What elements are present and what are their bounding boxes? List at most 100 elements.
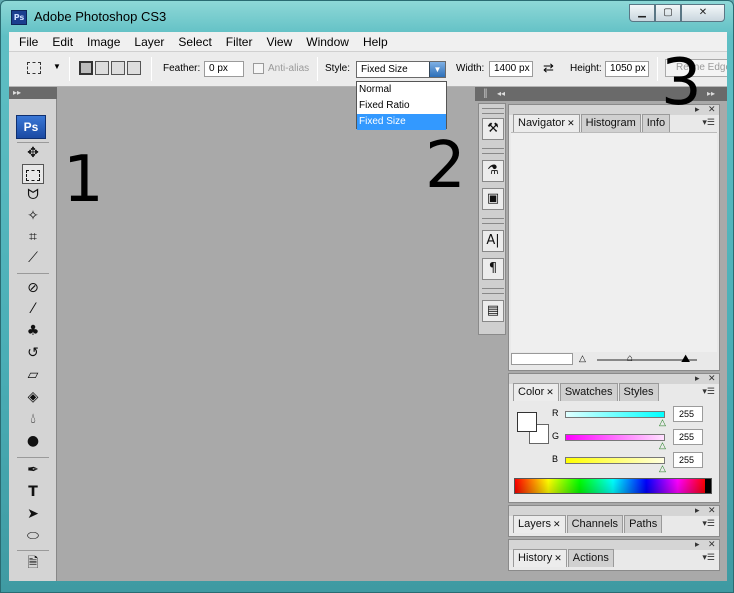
zoom-slider-handle[interactable]: ⌂: [627, 353, 633, 364]
healing-brush-icon[interactable]: ⊘: [22, 278, 44, 298]
tab-history[interactable]: History ✕: [513, 549, 567, 567]
collapse-icon[interactable]: ▸: [695, 373, 700, 384]
r-value-field[interactable]: 255: [673, 406, 703, 422]
tab-layers[interactable]: Layers ✕: [513, 515, 566, 533]
grip-icon[interactable]: [482, 288, 504, 294]
marquee-preset-icon[interactable]: [27, 62, 41, 74]
style-option-fixed-size[interactable]: Fixed Size: [357, 114, 446, 130]
path-selection-icon[interactable]: ➤: [22, 504, 44, 524]
preset-chevron-down-icon[interactable]: ▼: [53, 62, 61, 71]
close-icon[interactable]: ✕: [708, 104, 716, 115]
g-slider-handle[interactable]: △: [659, 440, 666, 451]
tab-paths[interactable]: Paths: [624, 515, 663, 533]
tab-channels[interactable]: Channels: [566, 515, 624, 533]
close-tab-icon[interactable]: ✕: [567, 118, 575, 128]
document-area[interactable]: [58, 87, 474, 581]
pen-tool-icon[interactable]: ✒: [22, 460, 44, 480]
brush-tool-icon[interactable]: ⁄: [22, 299, 44, 319]
intersect-selection-icon[interactable]: [127, 61, 141, 75]
zoom-in-icon[interactable]: ⛰: [681, 353, 690, 366]
tab-styles[interactable]: Styles: [618, 383, 659, 401]
history-brush-icon[interactable]: ↺: [22, 343, 44, 363]
move-tool-icon[interactable]: ✥: [22, 143, 44, 163]
panel-menu-icon[interactable]: ▾☰: [702, 518, 715, 529]
feather-field[interactable]: 0 px: [204, 61, 244, 77]
clone-stamp-icon[interactable]: ♣: [22, 321, 44, 341]
eyedropper-icon[interactable]: ⟋: [22, 248, 44, 268]
type-tool-icon[interactable]: T: [22, 482, 44, 502]
panel-menu-icon[interactable]: ▾☰: [702, 117, 715, 128]
menu-select[interactable]: Select: [171, 35, 218, 49]
dodge-tool-icon[interactable]: ●: [22, 431, 44, 451]
g-value-field[interactable]: 255: [673, 429, 703, 445]
title-bar[interactable]: Ps Adobe Photoshop CS3 ▁ ▢ ✕: [1, 1, 734, 33]
close-icon[interactable]: ✕: [708, 539, 716, 550]
photoshop-logo[interactable]: Ps: [16, 115, 46, 139]
tool-presets-icon[interactable]: ⚒: [482, 118, 504, 140]
grip-icon[interactable]: [482, 148, 504, 154]
clone-source-icon[interactable]: ▣: [482, 188, 504, 210]
toolbox-collapse-icon[interactable]: ▸▸: [9, 87, 57, 99]
collapse-icon[interactable]: ▸: [695, 505, 700, 516]
close-tab-icon[interactable]: ✕: [553, 519, 561, 529]
swap-dimensions-icon[interactable]: ⇄: [543, 60, 554, 76]
magic-wand-icon[interactable]: ✧: [22, 206, 44, 226]
panel-menu-icon[interactable]: ▾☰: [702, 552, 715, 563]
b-slider-handle[interactable]: △: [659, 463, 666, 474]
tab-navigator[interactable]: Navigator ✕: [513, 114, 580, 132]
height-field[interactable]: 1050 px: [605, 61, 649, 77]
panel-menu-icon[interactable]: ▾☰: [702, 386, 715, 397]
add-selection-icon[interactable]: [95, 61, 109, 75]
b-slider[interactable]: [565, 457, 665, 464]
maximize-icon[interactable]: ▢: [655, 4, 681, 22]
collapse-left-icon[interactable]: ◂◂: [497, 87, 505, 101]
menu-filter[interactable]: Filter: [219, 35, 260, 49]
antialias-checkbox[interactable]: [253, 63, 264, 74]
navigator-preview[interactable]: [511, 132, 717, 352]
menu-help[interactable]: Help: [356, 35, 395, 49]
menu-image[interactable]: Image: [80, 35, 127, 49]
subtract-selection-icon[interactable]: [111, 61, 125, 75]
blur-tool-icon[interactable]: 💧︎: [22, 409, 44, 429]
marquee-tool-icon[interactable]: [22, 164, 44, 184]
menu-edit[interactable]: Edit: [45, 35, 80, 49]
color-spectrum-ramp[interactable]: [514, 478, 712, 494]
lasso-tool-icon[interactable]: ᗢ: [22, 185, 44, 205]
expand-right-icon[interactable]: ▸▸: [707, 87, 715, 101]
character-icon[interactable]: A|: [482, 230, 504, 252]
dock-grip-icon[interactable]: ║: [483, 87, 488, 101]
b-value-field[interactable]: 255: [673, 452, 703, 468]
layer-comps-icon[interactable]: ▤: [482, 300, 504, 322]
tab-color[interactable]: Color ✕: [513, 383, 559, 401]
close-icon[interactable]: ✕: [708, 373, 716, 384]
close-tab-icon[interactable]: ✕: [554, 553, 562, 563]
tab-histogram[interactable]: Histogram: [580, 114, 641, 132]
zoom-out-icon[interactable]: △: [579, 353, 586, 364]
paragraph-icon[interactable]: ¶: [482, 258, 504, 280]
r-slider[interactable]: [565, 411, 665, 418]
minimize-icon[interactable]: ▁: [629, 4, 655, 22]
tab-swatches[interactable]: Swatches: [559, 383, 618, 401]
g-slider[interactable]: [565, 434, 665, 441]
zoom-field[interactable]: [511, 353, 573, 365]
style-select[interactable]: Fixed Size ▼: [356, 61, 446, 78]
menu-layer[interactable]: Layer: [127, 35, 171, 49]
new-selection-icon[interactable]: [79, 61, 93, 75]
tab-actions[interactable]: Actions: [567, 549, 614, 567]
chevron-down-icon[interactable]: ▼: [429, 62, 445, 77]
notes-tool-icon[interactable]: 🗎︎: [22, 553, 44, 573]
foreground-color-swatch[interactable]: [517, 412, 537, 432]
close-tab-icon[interactable]: ✕: [546, 387, 554, 397]
close-icon[interactable]: ✕: [708, 505, 716, 516]
crop-tool-icon[interactable]: ⌗: [22, 227, 44, 247]
grip-icon[interactable]: [482, 218, 504, 224]
menu-window[interactable]: Window: [299, 35, 356, 49]
collapse-icon[interactable]: ▸: [695, 539, 700, 550]
menu-file[interactable]: File: [9, 35, 45, 49]
style-option-fixed-ratio[interactable]: Fixed Ratio: [357, 98, 446, 114]
eraser-icon[interactable]: ▱: [22, 365, 44, 385]
style-option-normal[interactable]: Normal: [357, 82, 446, 98]
width-field[interactable]: 1400 px: [489, 61, 533, 77]
r-slider-handle[interactable]: △: [659, 417, 666, 428]
grip-icon[interactable]: [482, 108, 504, 114]
